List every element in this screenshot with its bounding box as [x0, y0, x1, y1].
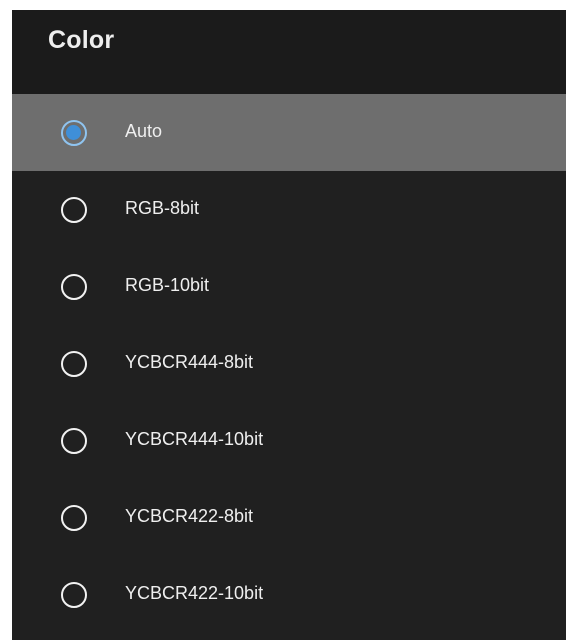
option-ycbcr444-10bit[interactable]: YCBCR444-10bit — [12, 402, 566, 479]
panel-header: Color — [12, 10, 566, 94]
radio-unselected-icon[interactable] — [61, 274, 87, 300]
color-options-list: Auto RGB-8bit RGB-10bit YCBCR444-8bit YC… — [12, 94, 566, 633]
option-label: YCBCR444-10bit — [125, 429, 264, 449]
option-rgb-8bit[interactable]: RGB-8bit — [12, 171, 566, 248]
option-label: RGB-10bit — [125, 275, 210, 295]
page-title: Color — [48, 26, 115, 54]
radio-unselected-icon[interactable] — [61, 505, 87, 531]
radio-unselected-icon[interactable] — [61, 428, 87, 454]
radio-selected-icon[interactable] — [61, 120, 87, 146]
option-ycbcr422-10bit[interactable]: YCBCR422-10bit — [12, 556, 566, 633]
option-ycbcr422-8bit[interactable]: YCBCR422-8bit — [12, 479, 566, 556]
option-label: YCBCR422-8bit — [125, 506, 254, 526]
color-settings-panel: Color Auto RGB-8bit RGB-10bit YCBCR444-8… — [12, 10, 566, 640]
option-label: Auto — [125, 121, 163, 141]
option-label: YCBCR422-10bit — [125, 583, 264, 603]
radio-unselected-icon[interactable] — [61, 197, 87, 223]
option-ycbcr444-8bit[interactable]: YCBCR444-8bit — [12, 325, 566, 402]
option-label: YCBCR444-8bit — [125, 352, 254, 372]
option-rgb-10bit[interactable]: RGB-10bit — [12, 248, 566, 325]
radio-unselected-icon[interactable] — [61, 582, 87, 608]
radio-unselected-icon[interactable] — [61, 351, 87, 377]
option-auto[interactable]: Auto — [12, 94, 566, 171]
option-label: RGB-8bit — [125, 198, 200, 218]
